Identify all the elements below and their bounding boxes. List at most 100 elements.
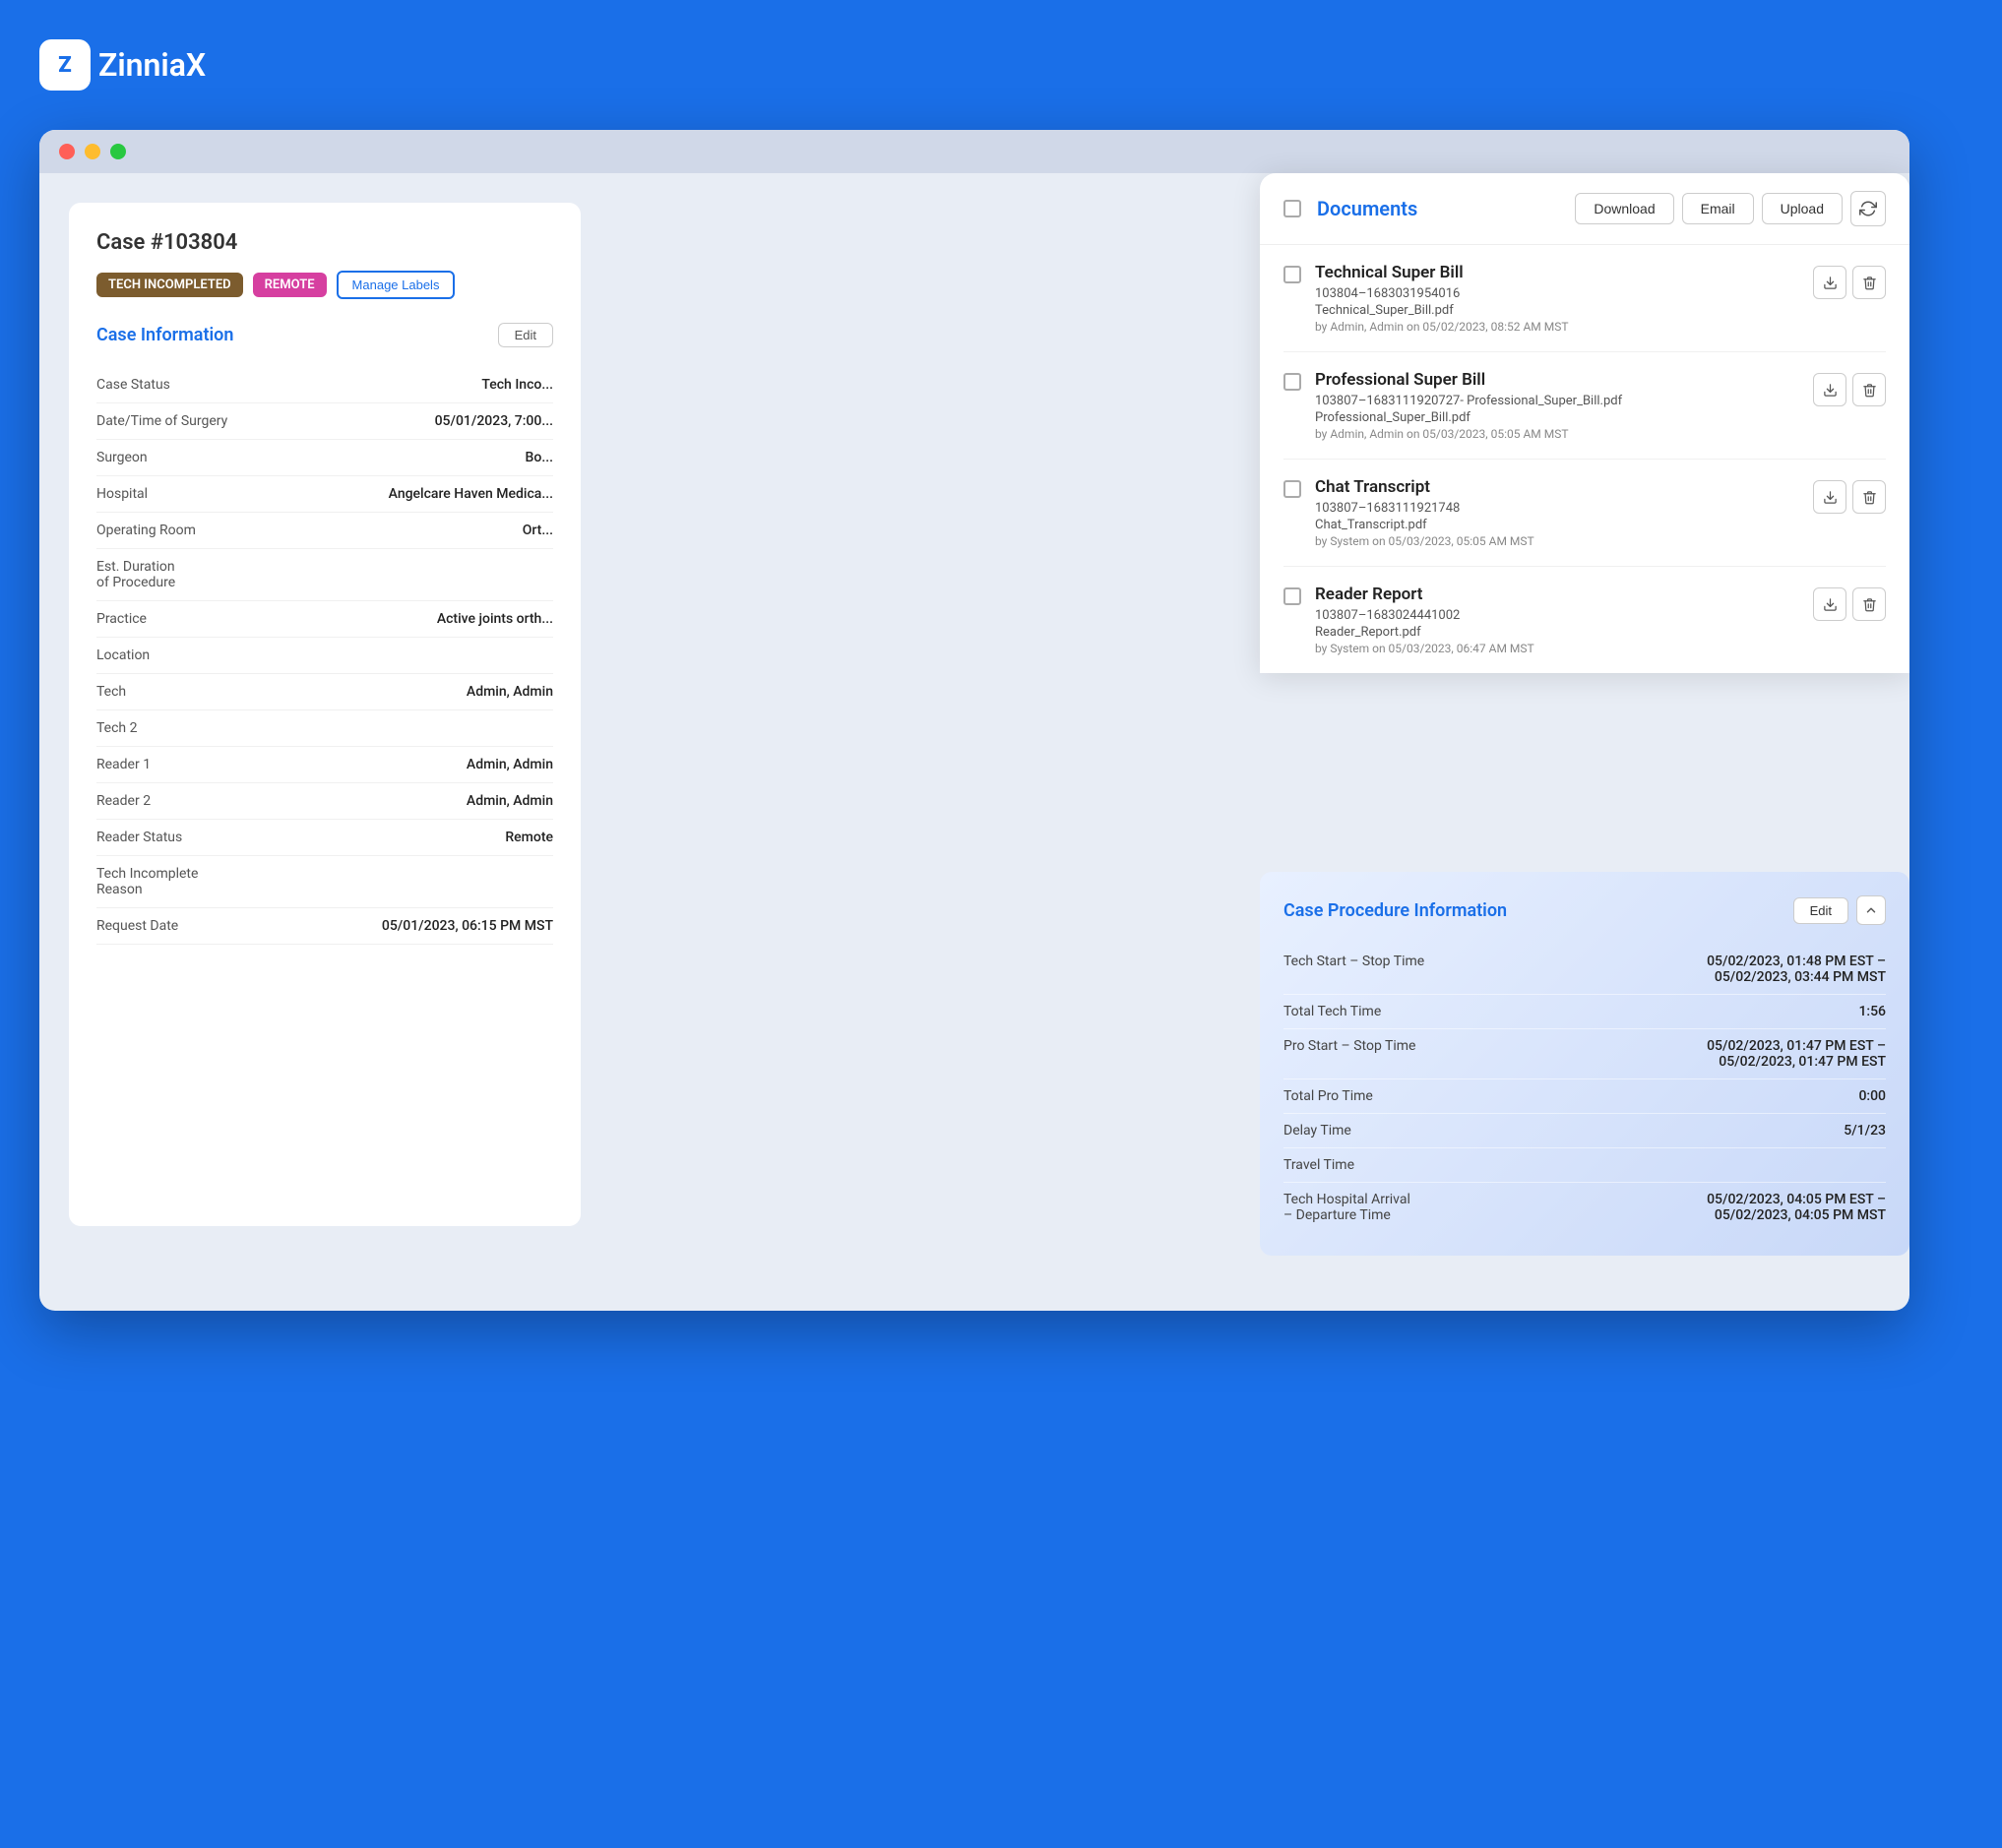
procedure-field-value: 05/02/2023, 04:05 PM EST – 05/02/2023, 0… xyxy=(1554,1183,1886,1233)
document-download-button[interactable] xyxy=(1813,587,1846,621)
document-download-button[interactable] xyxy=(1813,266,1846,299)
procedure-field-label: Delay Time xyxy=(1283,1114,1554,1148)
case-field-value: Bo... xyxy=(302,440,553,476)
documents-select-all-checkbox[interactable] xyxy=(1283,200,1301,217)
refresh-button[interactable] xyxy=(1850,191,1886,226)
case-field-value xyxy=(302,549,553,601)
documents-list: Technical Super Bill103804–1683031954016… xyxy=(1260,245,1909,673)
case-field-value xyxy=(302,638,553,674)
document-id: 103807–1683111921748 xyxy=(1315,501,1799,516)
document-name: Technical Super Bill xyxy=(1315,263,1799,282)
case-field-value: 05/01/2023, 7:00... xyxy=(302,403,553,440)
case-field-label: Practice xyxy=(96,601,302,638)
procedure-edit-button[interactable]: Edit xyxy=(1793,897,1848,924)
tech-incompleted-badge: TECH INCOMPLETED xyxy=(96,273,243,297)
case-number: Case #103804 xyxy=(96,230,553,255)
case-info-title: Case Information xyxy=(96,325,233,345)
case-field-value: Remote xyxy=(302,820,553,856)
document-actions xyxy=(1813,373,1886,406)
case-field-label: Tech 2 xyxy=(96,710,302,747)
procedure-header: Case Procedure Information Edit xyxy=(1283,895,1886,925)
document-filename: Chat_Transcript.pdf xyxy=(1315,518,1799,532)
case-field-value: Ort... xyxy=(302,513,553,549)
procedure-collapse-button[interactable] xyxy=(1856,895,1886,925)
procedure-title: Case Procedure Information xyxy=(1283,900,1507,921)
case-field-label: Request Date xyxy=(96,908,302,945)
procedure-field-value: 0:00 xyxy=(1554,1079,1886,1114)
document-download-button[interactable] xyxy=(1813,373,1846,406)
document-filename: Reader_Report.pdf xyxy=(1315,625,1799,640)
minimize-dot[interactable] xyxy=(85,144,100,159)
document-delete-button[interactable] xyxy=(1852,266,1886,299)
document-item: Technical Super Bill103804–1683031954016… xyxy=(1283,245,1886,352)
case-field-label: Reader 2 xyxy=(96,783,302,820)
case-field-label: Operating Room xyxy=(96,513,302,549)
document-meta: by System on 05/03/2023, 06:47 AM MST xyxy=(1315,642,1799,655)
case-info-table: Case StatusTech Inco...Date/Time of Surg… xyxy=(96,367,553,945)
upload-button[interactable]: Upload xyxy=(1762,193,1843,224)
case-field-value xyxy=(302,856,553,908)
procedure-controls: Edit xyxy=(1793,895,1886,925)
procedure-field-label: Total Pro Time xyxy=(1283,1079,1554,1114)
case-field-value: 05/01/2023, 06:15 PM MST xyxy=(302,908,553,945)
document-checkbox[interactable] xyxy=(1283,480,1301,498)
logo-text: ZinniaX xyxy=(98,46,206,84)
case-field-value xyxy=(302,710,553,747)
maximize-dot[interactable] xyxy=(110,144,126,159)
case-field-label: Location xyxy=(96,638,302,674)
document-actions xyxy=(1813,587,1886,621)
document-delete-button[interactable] xyxy=(1852,373,1886,406)
case-field-label: Reader 1 xyxy=(96,747,302,783)
case-info-edit-button[interactable]: Edit xyxy=(498,323,553,347)
procedure-panel: Case Procedure Information Edit Tech Sta… xyxy=(1260,872,1909,1256)
labels-row: TECH INCOMPLETED REMOTE Manage Labels xyxy=(96,271,553,299)
document-filename: Technical_Super_Bill.pdf xyxy=(1315,303,1799,318)
browser-content: Case #103804 TECH INCOMPLETED REMOTE Man… xyxy=(39,173,1909,1256)
procedure-field-label: Pro Start – Stop Time xyxy=(1283,1029,1554,1079)
documents-header-buttons: Download Email Upload xyxy=(1575,191,1886,226)
case-field-label: Tech xyxy=(96,674,302,710)
document-delete-button[interactable] xyxy=(1852,480,1886,514)
document-actions xyxy=(1813,266,1886,299)
document-download-button[interactable] xyxy=(1813,480,1846,514)
document-name: Reader Report xyxy=(1315,585,1799,604)
document-filename: Professional_Super_Bill.pdf xyxy=(1315,410,1799,425)
case-field-label: Date/Time of Surgery xyxy=(96,403,302,440)
procedure-field-value: 1:56 xyxy=(1554,995,1886,1029)
document-info: Chat Transcript 103807–1683111921748 Chat_… xyxy=(1315,477,1799,548)
procedure-field-value: 05/02/2023, 01:47 PM EST – 05/02/2023, 0… xyxy=(1554,1029,1886,1079)
document-delete-button[interactable] xyxy=(1852,587,1886,621)
logo-icon: Z xyxy=(39,39,91,91)
document-name: Chat Transcript xyxy=(1315,477,1799,497)
document-id: 103807–1683111920727- Professional_Super… xyxy=(1315,394,1799,408)
case-field-value: Admin, Admin xyxy=(302,674,553,710)
case-info-header: Case Information Edit xyxy=(96,323,553,347)
case-field-label: Hospital xyxy=(96,476,302,513)
manage-labels-button[interactable]: Manage Labels xyxy=(337,271,456,299)
document-checkbox[interactable] xyxy=(1283,266,1301,283)
case-field-label: Case Status xyxy=(96,367,302,403)
case-field-label: Surgeon xyxy=(96,440,302,476)
documents-panel: Documents Download Email Upload Technica… xyxy=(1260,173,1909,673)
download-button[interactable]: Download xyxy=(1575,193,1673,224)
document-info: Reader Report103807–1683024441002Reader_… xyxy=(1315,585,1799,655)
email-button[interactable]: Email xyxy=(1682,193,1754,224)
document-item: Professional Super Bill103807–1683111920… xyxy=(1283,352,1886,460)
documents-header: Documents Download Email Upload xyxy=(1260,173,1909,245)
document-meta: by Admin, Admin on 05/03/2023, 05:05 AM … xyxy=(1315,427,1799,441)
procedure-table: Tech Start – Stop Time05/02/2023, 01:48 … xyxy=(1283,945,1886,1232)
document-checkbox[interactable] xyxy=(1283,373,1301,391)
case-info-panel: Case #103804 TECH INCOMPLETED REMOTE Man… xyxy=(69,203,581,1226)
case-field-value: Active joints orth... xyxy=(302,601,553,638)
documents-title: Documents xyxy=(1317,197,1559,220)
case-field-label: Est. Duration of Procedure xyxy=(96,549,302,601)
browser-window: Case #103804 TECH INCOMPLETED REMOTE Man… xyxy=(39,130,1909,1311)
case-field-value: Admin, Admin xyxy=(302,783,553,820)
procedure-field-value: 5/1/23 xyxy=(1554,1114,1886,1148)
close-dot[interactable] xyxy=(59,144,75,159)
document-actions xyxy=(1813,480,1886,514)
document-meta: by Admin, Admin on 05/02/2023, 08:52 AM … xyxy=(1315,320,1799,334)
document-checkbox[interactable] xyxy=(1283,587,1301,605)
browser-toolbar xyxy=(39,130,1909,173)
document-info: Professional Super Bill103807–1683111920… xyxy=(1315,370,1799,441)
